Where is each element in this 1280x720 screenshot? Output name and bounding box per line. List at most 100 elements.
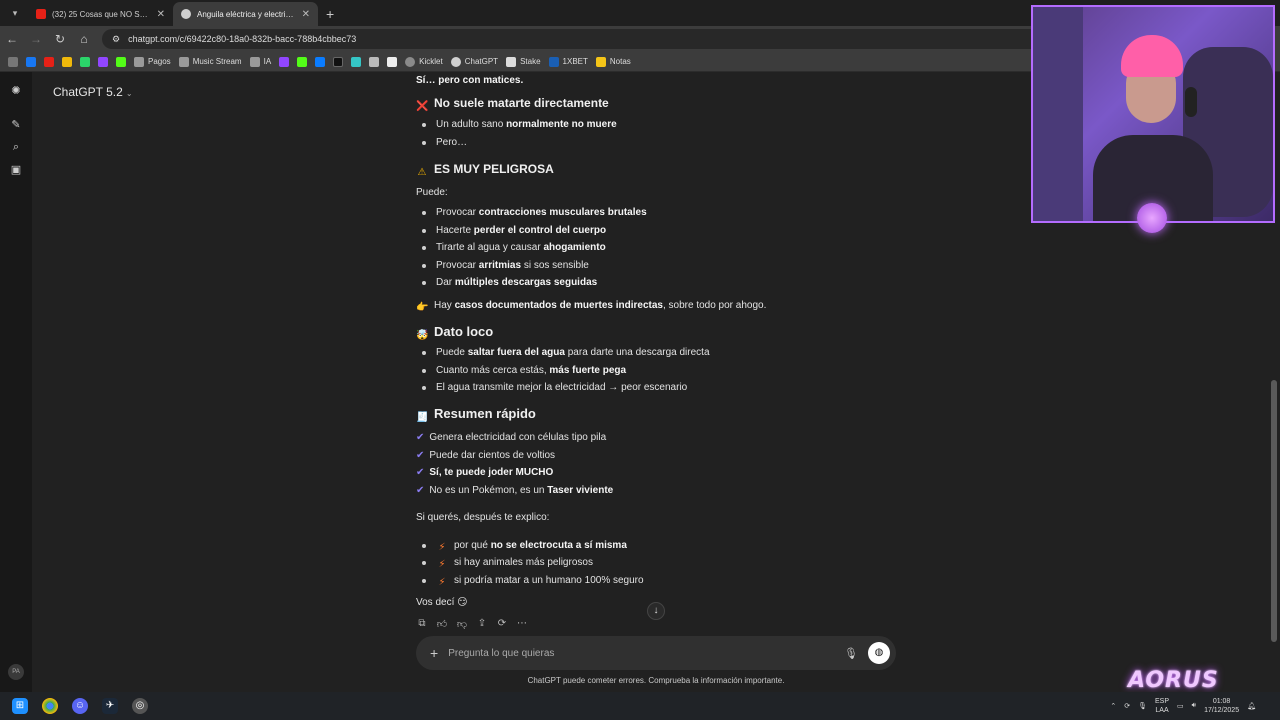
- tab-chatgpt[interactable]: Anguila eléctrica y electricidad ✕: [173, 2, 318, 26]
- microphone-icon[interactable]: 🎙︎: [844, 647, 858, 660]
- model-selector[interactable]: ChatGPT 5.2 ⌄: [53, 85, 133, 99]
- sync-icon[interactable]: ⟳: [1124, 702, 1130, 710]
- back-icon[interactable]: ←: [6, 32, 18, 46]
- youtube-icon[interactable]: [44, 56, 54, 67]
- webcam-overlay: [1031, 5, 1275, 223]
- scrollbar[interactable]: [1271, 380, 1277, 642]
- share-icon[interactable]: ⇪: [476, 618, 488, 630]
- home-icon[interactable]: ⌂: [78, 32, 90, 46]
- time: 01:08: [1212, 698, 1231, 705]
- tab-search-icon[interactable]: ▾: [4, 2, 26, 24]
- twitch-icon[interactable]: [98, 56, 108, 67]
- kick-icon[interactable]: [80, 56, 90, 67]
- text-span: Puede: [436, 347, 468, 358]
- facebook-icon[interactable]: [26, 56, 36, 67]
- prompt-input[interactable]: Pregunta lo que quieras: [448, 648, 834, 659]
- add-attachment-icon[interactable]: +: [430, 645, 438, 661]
- close-tab-icon[interactable]: ✕: [157, 9, 165, 20]
- library-icon[interactable]: ▣: [9, 163, 23, 177]
- new-tab-button[interactable]: +: [326, 6, 334, 22]
- text-span: Cuanto más cerca estás,: [436, 365, 550, 376]
- chevron-up-icon[interactable]: ⌃: [1110, 702, 1116, 710]
- chevron-down-icon: ⌄: [125, 89, 133, 98]
- list-item: Tirarte al agua y causar ahogamiento: [422, 239, 606, 257]
- volume-icon[interactable]: 🔊︎: [1192, 702, 1196, 710]
- reload-icon[interactable]: ↻: [54, 32, 66, 46]
- address-bar[interactable]: ⚙ chatgpt.com/c/69422c80-18a0-832b-bacc-…: [102, 29, 1102, 49]
- close-tab-icon[interactable]: ✕: [302, 9, 310, 20]
- list-item: El agua transmite mejor la electricidad …: [421, 379, 688, 397]
- text-span: Genera electricidad con células tipo pil…: [429, 432, 607, 443]
- bookmark-stake[interactable]: Stake: [506, 56, 541, 67]
- text-span: Provocar: [436, 260, 479, 271]
- apps-icon[interactable]: [8, 56, 18, 67]
- section-heading: ❌ No suele matarte directamente: [416, 95, 609, 113]
- binance-icon[interactable]: [62, 56, 72, 67]
- chatgpt-logo-icon[interactable]: ✺: [9, 84, 23, 98]
- app-icon[interactable]: [387, 56, 398, 67]
- text-span: Hacerte: [436, 225, 474, 236]
- microphone-icon[interactable]: 🎙︎: [1138, 702, 1147, 710]
- bold-text: no se electrocuta a sí misma: [490, 540, 627, 551]
- check-icon: ✔: [416, 467, 425, 478]
- more-icon[interactable]: ⋯: [516, 618, 528, 630]
- tab-youtube[interactable]: (32) 25 Cosas que NO Sabías h ✕: [28, 2, 173, 26]
- emoji-icon: ⚡: [438, 559, 446, 570]
- bookmark-notas[interactable]: Notas: [595, 56, 631, 67]
- tab-title: Anguila eléctrica y electricidad: [197, 9, 296, 19]
- app-icon[interactable]: ◎: [132, 698, 148, 714]
- bookmark-kicklet[interactable]: Kicklet: [405, 56, 443, 67]
- paragraph: Si querés, después te explico:: [416, 509, 549, 527]
- tiktok-icon[interactable]: [333, 56, 344, 67]
- bookmark-chatgpt[interactable]: ChatGPT: [450, 56, 498, 67]
- list-item: ⚡ si hay animales más peligrosos: [422, 554, 593, 572]
- thumbs-up-icon[interactable]: 👍︎: [436, 618, 448, 630]
- bookmark-label: IA: [263, 57, 272, 66]
- heading-text: ES MUY PELIGROSA: [434, 162, 554, 176]
- notes-icon: [595, 56, 606, 67]
- display-icon[interactable]: ▭: [1177, 702, 1184, 710]
- thumbs-down-icon[interactable]: 👎︎: [456, 618, 468, 630]
- kick-icon[interactable]: [116, 56, 126, 67]
- app-icon[interactable]: [351, 56, 362, 67]
- steam-icon[interactable]: ✈: [102, 698, 118, 714]
- check-icon: ✔: [416, 450, 425, 461]
- search-icon[interactable]: ⌕: [9, 140, 23, 154]
- bookmark-1xbet[interactable]: 1XBET: [548, 56, 588, 67]
- stake-icon: [506, 56, 517, 67]
- meta-icon[interactable]: [315, 56, 326, 67]
- chrome-icon[interactable]: [42, 698, 58, 714]
- check-icon: ✔: [416, 485, 425, 496]
- bold-text: Taser viviente: [547, 485, 614, 496]
- kick-icon[interactable]: [297, 56, 308, 67]
- bookmark-music-stream[interactable]: Music Stream: [178, 56, 242, 67]
- bookmark-label: Stake: [520, 57, 541, 66]
- text-span: El agua transmite mejor la electricidad …: [436, 382, 688, 393]
- discord-icon[interactable]: ☺: [72, 698, 88, 714]
- checklist-item: ✔ Sí, te puede joder MUCHO: [416, 464, 553, 482]
- scroll-down-button[interactable]: ↓: [647, 602, 665, 620]
- bookmark-label: 1XBET: [562, 57, 588, 66]
- notifications-icon[interactable]: 🔔︎: [1247, 702, 1256, 710]
- voice-mode-button[interactable]: ◍: [868, 642, 890, 664]
- bookmark-ia[interactable]: IA: [249, 56, 272, 67]
- bookmark-pagos[interactable]: Pagos: [134, 56, 171, 67]
- site-info-icon[interactable]: ⚙: [112, 34, 120, 45]
- language-indicator[interactable]: ESP LAA: [1155, 697, 1169, 715]
- regenerate-icon[interactable]: ⟳: [496, 618, 508, 630]
- app-icon[interactable]: [369, 56, 380, 67]
- clock[interactable]: 01:08 17/12/2025: [1204, 697, 1239, 715]
- windows-start-icon[interactable]: ⊞: [12, 698, 28, 714]
- kicklet-icon: [405, 56, 416, 67]
- emoji-icon: ⚠: [417, 167, 427, 178]
- new-chat-icon[interactable]: ✎: [9, 118, 23, 132]
- text-span: Vos decí 😏: [416, 597, 468, 608]
- bold-text: arritmias: [478, 260, 522, 271]
- text-span: si hay animales más peligrosos: [454, 557, 593, 568]
- avatar[interactable]: PA: [8, 664, 24, 680]
- composer[interactable]: + Pregunta lo que quieras 🎙︎ ◍: [416, 636, 896, 670]
- copy-icon[interactable]: ⧉: [416, 618, 428, 630]
- forward-icon[interactable]: →: [30, 32, 42, 46]
- bold-text: perder el control del cuerpo: [473, 225, 607, 236]
- twitch-icon[interactable]: [279, 56, 290, 67]
